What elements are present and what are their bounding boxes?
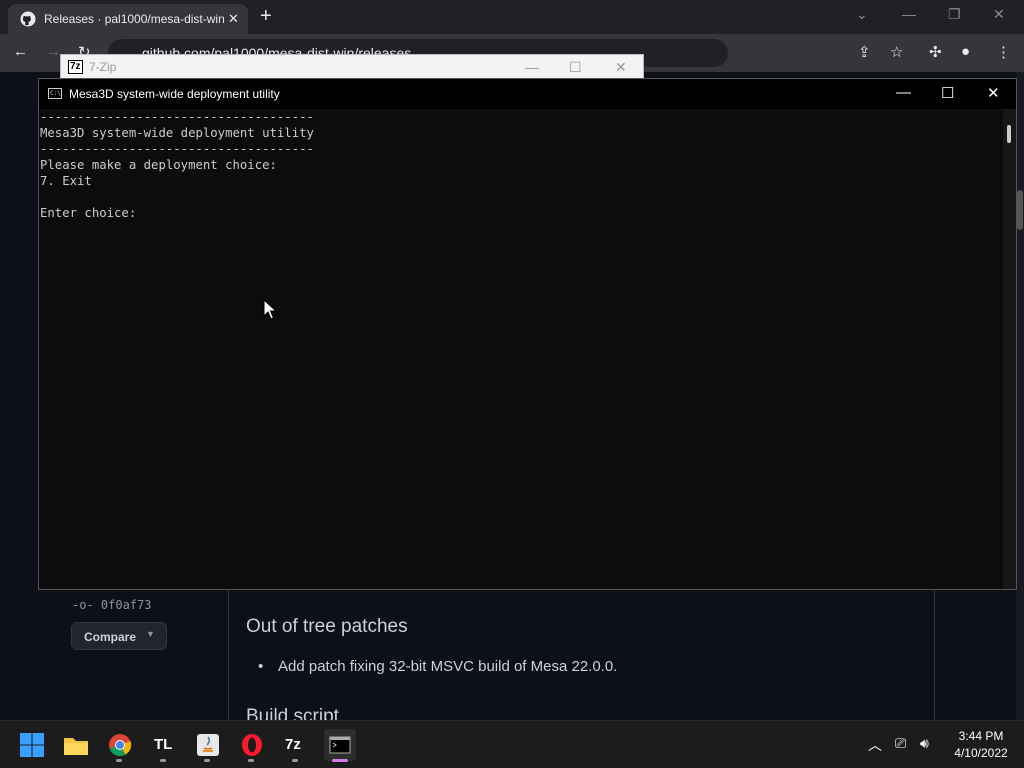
release-sidebar: -o- 0f0af73 Compare ▼: [40, 590, 228, 720]
compare-button[interactable]: Compare ▼: [71, 622, 167, 650]
browser-close-icon[interactable]: ✕: [993, 6, 1005, 23]
console-line: -------------------------------------: [40, 142, 314, 156]
taskbar-tl[interactable]: TL: [148, 729, 180, 762]
extensions-puzzle-icon[interactable]: ✣: [929, 43, 942, 61]
running-indicator: [160, 759, 166, 762]
profile-avatar-icon[interactable]: ●: [961, 43, 970, 60]
opera-icon: [242, 734, 262, 756]
console-line: 7. Exit: [40, 174, 92, 188]
new-tab-button[interactable]: +: [260, 5, 272, 28]
console-icon: [329, 736, 351, 754]
console-line: -------------------------------------: [40, 110, 314, 124]
running-indicator: [116, 759, 122, 762]
console-prompt[interactable]: Enter choice:: [40, 205, 1003, 221]
running-indicator: [204, 759, 210, 762]
console-close-icon[interactable]: ✕: [987, 84, 1000, 102]
console-scrollbar[interactable]: [1003, 109, 1016, 589]
volume-icon[interactable]: 🔊︎: [920, 735, 929, 752]
tab-title: Releases · pal1000/mesa-dist-win: [44, 12, 224, 26]
7zip-window-title: 7-Zip: [89, 60, 117, 74]
section-heading: Out of tree patches: [246, 616, 408, 637]
taskbar-file-explorer[interactable]: [60, 729, 92, 761]
tl-app-icon: TL: [154, 736, 173, 753]
running-indicator: [248, 759, 254, 762]
java-icon: [197, 734, 219, 756]
start-button[interactable]: [16, 729, 48, 761]
running-indicator: [292, 759, 298, 762]
caret-down-icon: ▼: [146, 629, 155, 639]
7zip-taskbar-icon: 7z: [285, 736, 301, 753]
taskbar-opera[interactable]: [236, 729, 268, 762]
back-arrow-icon[interactable]: ←: [13, 43, 28, 60]
clock-time[interactable]: 3:44 PM: [948, 729, 1014, 743]
7zip-close-icon[interactable]: ✕: [615, 59, 627, 76]
github-icon: [20, 11, 36, 27]
console-line: Mesa3D system-wide deployment utility: [40, 126, 314, 140]
network-icon[interactable]: ⎚: [895, 735, 906, 752]
bookmark-star-icon[interactable]: ☆: [890, 43, 903, 61]
page-scrollbar[interactable]: [1016, 72, 1024, 720]
7zip-app-icon: 7z: [68, 60, 83, 74]
commit-hash-text: 0f0af73: [100, 598, 152, 612]
browser-tab[interactable]: Releases · pal1000/mesa-dist-win ✕: [8, 4, 248, 34]
console-titlebar[interactable]: C:\ Mesa3D system-wide deployment utilit…: [39, 79, 1016, 109]
divider: [934, 590, 935, 720]
divider: [228, 590, 229, 720]
menu-kebab-icon[interactable]: ⋮: [996, 43, 1011, 61]
windows-logo-icon: [20, 733, 44, 757]
taskbar-chrome[interactable]: [104, 729, 136, 762]
page-scrollbar-thumb[interactable]: [1017, 190, 1023, 230]
folder-icon: [64, 738, 88, 755]
commit-icon: -o-: [72, 598, 101, 612]
show-hidden-icons-chevron-icon[interactable]: ︿: [868, 735, 882, 755]
chrome-icon: [109, 734, 132, 757]
taskbar-7zip[interactable]: 7z: [280, 729, 312, 762]
console-minimize-icon[interactable]: —: [896, 84, 911, 101]
mouse-pointer-icon: [263, 299, 277, 320]
console-line: Please make a deployment choice:: [40, 158, 277, 172]
browser-restore-icon[interactable]: ❐: [948, 6, 961, 23]
browser-minimize-icon[interactable]: —: [902, 6, 916, 22]
console-window[interactable]: C:\ Mesa3D system-wide deployment utilit…: [38, 78, 1017, 590]
commit-hash[interactable]: -o- 0f0af73: [72, 598, 151, 612]
forward-arrow-icon[interactable]: →: [46, 43, 61, 60]
console-app-icon: C:\: [48, 88, 62, 99]
taskbar: TL 7z ︿ ⎚ 🔊︎ 3:44 PM 4/10/2022: [0, 720, 1024, 768]
7zip-minimize-icon[interactable]: —: [525, 59, 539, 75]
clock-date[interactable]: 4/10/2022: [948, 746, 1014, 760]
console-output[interactable]: ------------------------------------- Me…: [39, 109, 1003, 589]
7zip-maximize-icon[interactable]: ☐: [569, 59, 582, 76]
taskbar-java[interactable]: [192, 729, 224, 762]
tab-search-icon[interactable]: ⌄: [856, 6, 868, 23]
tab-strip: Releases · pal1000/mesa-dist-win ✕ + ⌄ —…: [0, 0, 1024, 34]
console-maximize-icon[interactable]: ☐: [941, 84, 954, 102]
tab-close-icon[interactable]: ✕: [228, 11, 239, 27]
console-scrollbar-thumb[interactable]: [1007, 125, 1011, 143]
share-icon[interactable]: ⇪: [858, 43, 871, 61]
active-indicator: [332, 759, 348, 762]
taskbar-terminal[interactable]: [324, 729, 356, 762]
console-title: Mesa3D system-wide deployment utility: [69, 87, 280, 101]
list-item: Add patch fixing 32-bit MSVC build of Me…: [258, 658, 617, 675]
compare-label: Compare: [84, 630, 137, 644]
release-notes: Out of tree patches Add patch fixing 32-…: [246, 590, 926, 727]
